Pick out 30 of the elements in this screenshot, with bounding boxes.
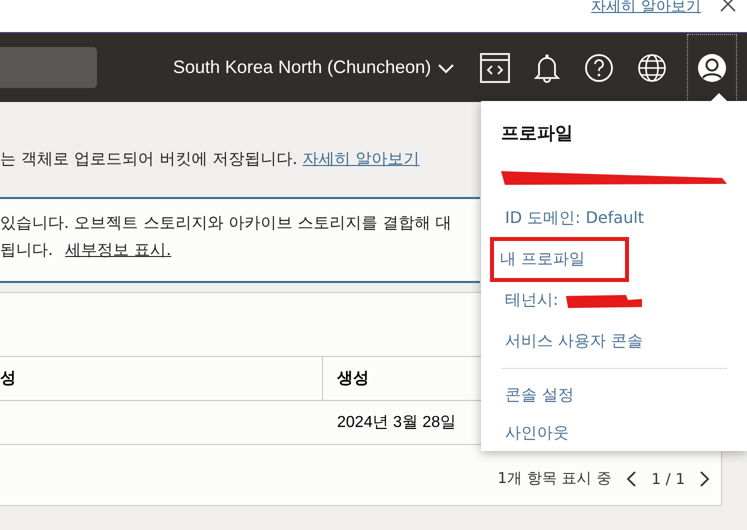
- region-selector[interactable]: South Korea North (Chuncheon): [173, 57, 456, 78]
- table-cell-text: 2024년 3월 28일: [336, 413, 456, 433]
- menu-item[interactable]: 내 프로파일: [490, 237, 630, 282]
- intro-text: 는 객체로 업로드되어 버킷에 저장됩니다.: [0, 149, 298, 168]
- menu-item[interactable]: 콘솔 설정: [497, 379, 582, 412]
- chevron-left-icon[interactable]: [625, 470, 638, 488]
- bell-icon[interactable]: [533, 52, 562, 82]
- page-indicator: 1 / 1: [651, 470, 685, 488]
- learn-more-link[interactable]: 자세히 알아보기: [591, 0, 701, 12]
- chevron-right-icon[interactable]: [699, 470, 711, 488]
- user-avatar-icon: [697, 52, 728, 82]
- globe-icon[interactable]: [637, 52, 668, 82]
- menu-item[interactable]: 사인아웃: [497, 417, 577, 450]
- menu-item[interactable]: 테넌시:: [497, 284, 566, 317]
- menu-item[interactable]: 서비스 사용자 콘솔: [497, 325, 652, 358]
- help-icon[interactable]: [584, 52, 614, 82]
- notice-text: 있습니다. 오브젝트 스토리지와 아카이브 스토리지를 결합해 대: [0, 213, 453, 234]
- menu-title: 프로파일: [501, 122, 574, 146]
- search-field[interactable]: [0, 47, 97, 88]
- close-icon[interactable]: [719, 0, 737, 13]
- learn-more-link[interactable]: 자세히 알아보기: [302, 149, 420, 168]
- column-header[interactable]: 생성: [323, 357, 369, 400]
- show-details-link[interactable]: 세부정보 표시.: [65, 240, 172, 259]
- menu-item[interactable]: ID 도메인: Default: [497, 202, 652, 235]
- chevron-down-icon: [437, 62, 456, 74]
- profile-button[interactable]: [687, 34, 738, 102]
- notice-text: 됩니다.: [0, 240, 54, 259]
- column-header[interactable]: 성: [0, 357, 323, 400]
- code-editor-icon[interactable]: [480, 52, 510, 82]
- item-count-text: 1개 항목 표시 중: [497, 469, 612, 488]
